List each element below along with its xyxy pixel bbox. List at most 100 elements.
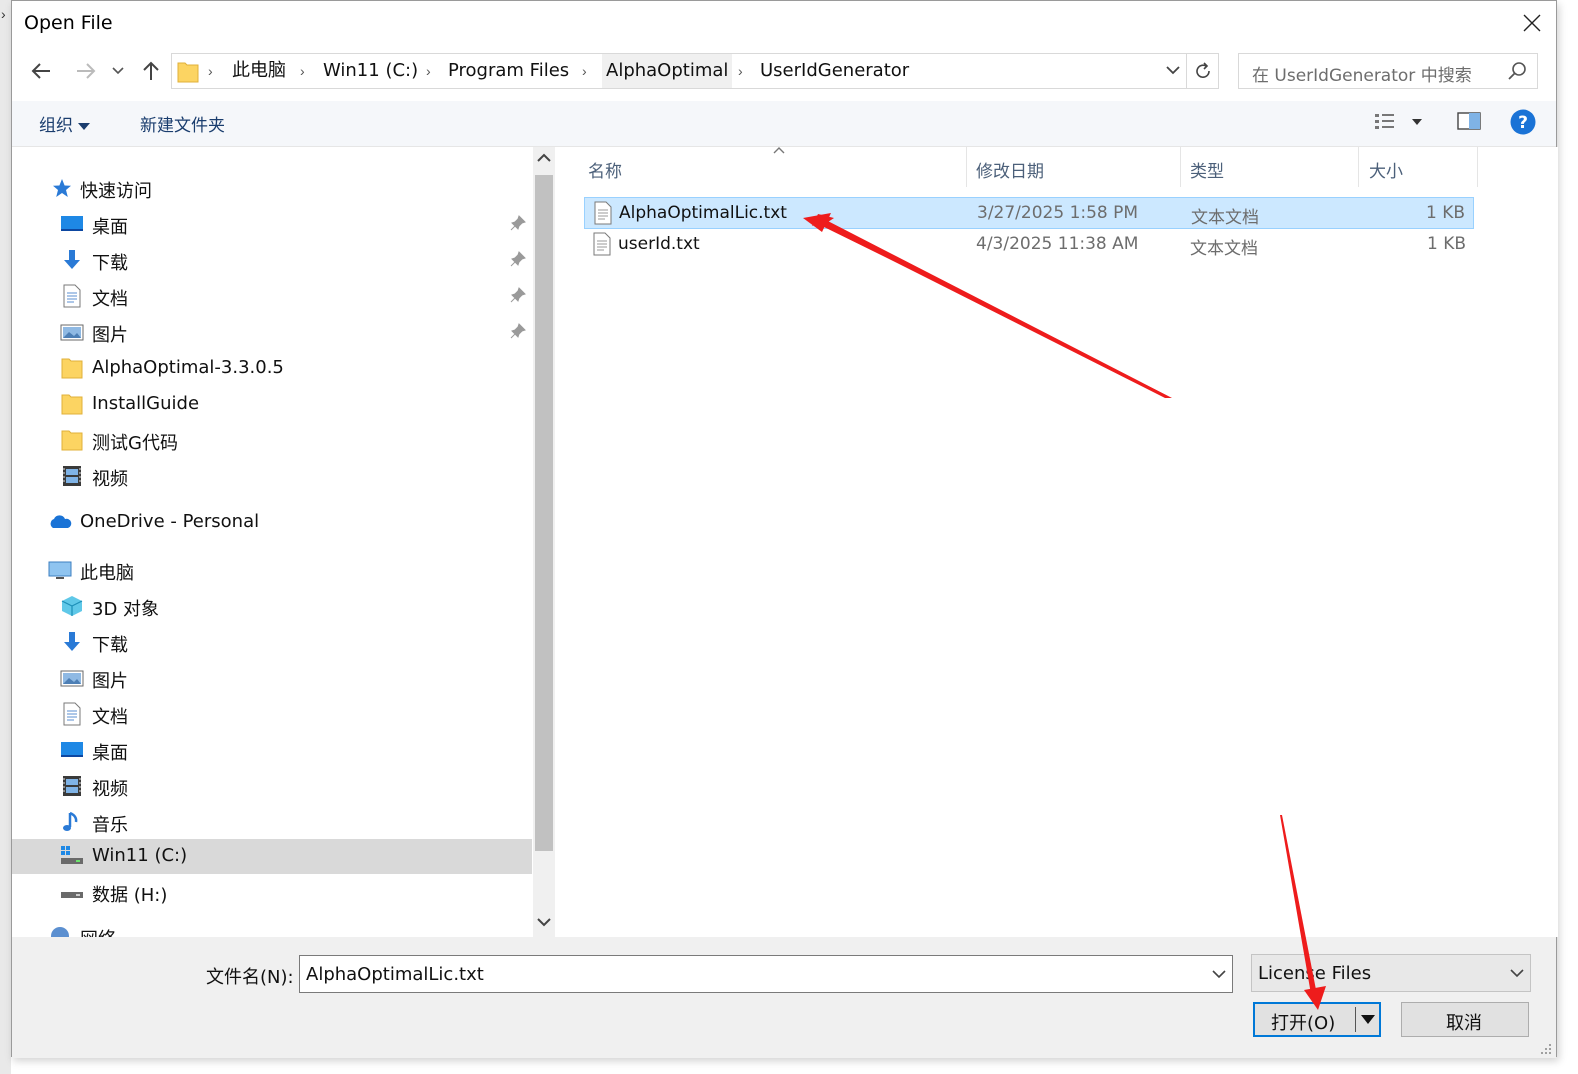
file-date: 4/3/2025 11:38 AM: [976, 234, 1139, 254]
download-icon: [64, 632, 80, 651]
onedrive-cloud-icon: [50, 515, 72, 528]
file-row-userid[interactable]: userId.txt 4/3/2025 11:38 AM 文本文档 1 KB: [584, 229, 1474, 261]
open-options-caret-icon[interactable]: [1361, 1015, 1375, 1025]
column-size-label: 大小: [1369, 162, 1403, 182]
column-date-label: 修改日期: [976, 162, 1044, 182]
nav-pane-scrollbar[interactable]: [533, 147, 555, 937]
scroll-up-icon[interactable]: [537, 153, 551, 163]
nav-test-gcode-folder[interactable]: 测试G代码: [12, 423, 532, 458]
nav-3d-objects[interactable]: 3D 对象: [12, 589, 532, 624]
new-folder-button[interactable]: 新建文件夹: [140, 111, 225, 136]
nav-pc-documents[interactable]: 文档: [12, 697, 532, 732]
computer-icon: [48, 561, 72, 579]
nav-label: 文档: [92, 289, 128, 310]
breadcrumb-drive-c[interactable]: Win11 (C:): [323, 54, 418, 88]
navigation-pane: 快速访问 桌面 下载 文档 图片 AlphaOptimal-3.3.0.5 In…: [12, 147, 532, 937]
scroll-down-icon[interactable]: [537, 917, 551, 927]
file-row-alphaoptimallic[interactable]: AlphaOptimalLic.txt 3/27/2025 1:58 PM 文本…: [584, 197, 1474, 229]
back-button[interactable]: [27, 57, 55, 85]
nav-label: 网络: [80, 925, 116, 937]
star-icon: [53, 179, 71, 197]
nav-label: 3D 对象: [92, 599, 160, 620]
view-options-button[interactable]: [1374, 110, 1430, 139]
breadcrumb-separator-icon: ›: [582, 63, 587, 79]
nav-label: 数据 (H:): [92, 885, 168, 906]
desktop-icon: [61, 216, 83, 231]
column-name-label: 名称: [588, 162, 622, 182]
nav-desktop[interactable]: 桌面: [12, 207, 532, 242]
nav-label: 下载: [92, 635, 128, 656]
nav-pc-videos[interactable]: 视频: [12, 769, 532, 804]
address-dropdown-icon[interactable]: [1166, 60, 1180, 80]
help-icon: ?: [1510, 109, 1536, 135]
nav-drive-c[interactable]: Win11 (C:): [12, 839, 532, 874]
folder-icon: [61, 430, 83, 451]
nav-videos[interactable]: 视频: [12, 459, 532, 494]
nav-drive-h[interactable]: 数据 (H:): [12, 875, 532, 910]
nav-downloads[interactable]: 下载: [12, 243, 532, 278]
column-header-size[interactable]: 大小: [1359, 147, 1477, 187]
nav-this-pc[interactable]: 此电脑: [12, 553, 532, 588]
nav-quick-access[interactable]: 快速访问: [12, 171, 532, 206]
open-button[interactable]: 打开(O): [1253, 1002, 1381, 1037]
search-box[interactable]: 在 UserIdGenerator 中搜索: [1238, 53, 1538, 89]
pin-icon[interactable]: [510, 251, 526, 267]
nav-label: InstallGuide: [92, 393, 200, 414]
background-window-edge: ›: [0, 0, 11, 1074]
nav-pc-pictures[interactable]: 图片: [12, 661, 532, 696]
pin-icon[interactable]: [510, 287, 526, 303]
filename-input[interactable]: AlphaOptimalLic.txt: [299, 955, 1233, 993]
scrollbar-thumb[interactable]: [535, 175, 553, 851]
nav-pc-desktop[interactable]: 桌面: [12, 733, 532, 768]
chevron-down-icon: [112, 67, 124, 75]
column-header-date[interactable]: 修改日期: [967, 147, 1180, 187]
nav-pictures[interactable]: 图片: [12, 315, 532, 350]
details-view-icon: [1375, 114, 1422, 129]
nav-alphaoptimal-folder[interactable]: AlphaOptimal-3.3.0.5: [12, 351, 532, 386]
nav-music[interactable]: 音乐: [12, 805, 532, 840]
preview-pane-button[interactable]: [1457, 110, 1481, 137]
breadcrumb-separator-icon: ›: [300, 63, 305, 79]
help-button[interactable]: ?: [1509, 108, 1537, 141]
nav-installguide-folder[interactable]: InstallGuide: [12, 387, 532, 422]
pin-icon[interactable]: [510, 323, 526, 339]
svg-text:?: ?: [1518, 113, 1528, 133]
chevron-down-icon[interactable]: [1212, 966, 1226, 982]
navigation-row: › 此电脑 › Win11 (C:) › Program Files › Alp…: [12, 53, 1556, 91]
drive-h-icon: [61, 892, 83, 898]
nav-onedrive[interactable]: OneDrive - Personal: [12, 505, 532, 540]
breadcrumb-program-files[interactable]: Program Files: [448, 54, 569, 88]
breadcrumb-useridgenerator[interactable]: UserIdGenerator: [760, 54, 909, 88]
forward-button[interactable]: [72, 57, 100, 85]
column-header-name[interactable]: 名称: [584, 147, 966, 187]
nav-label: 下载: [92, 253, 128, 274]
address-bar[interactable]: › 此电脑 › Win11 (C:) › Program Files › Alp…: [171, 53, 1219, 89]
recent-locations-button[interactable]: [108, 57, 128, 85]
nav-network[interactable]: 网络: [12, 919, 532, 937]
column-divider[interactable]: [1477, 147, 1478, 187]
nav-label: 此电脑: [80, 563, 134, 584]
breadcrumb-separator-icon: ›: [426, 63, 431, 79]
forward-arrow-icon: [77, 63, 96, 79]
breadcrumb-this-pc[interactable]: 此电脑: [232, 54, 286, 88]
resize-grip-icon[interactable]: [1540, 1043, 1552, 1055]
cancel-button[interactable]: 取消: [1401, 1002, 1529, 1037]
nav-pc-downloads[interactable]: 下载: [12, 625, 532, 660]
close-button[interactable]: [1516, 7, 1548, 39]
desktop-icon: [61, 742, 83, 757]
pin-icon[interactable]: [510, 215, 526, 231]
nav-documents[interactable]: 文档: [12, 279, 532, 314]
breadcrumb-alphaoptimal[interactable]: AlphaOptimal: [602, 54, 733, 88]
window-title: Open File: [24, 12, 113, 34]
organize-menu[interactable]: 组织: [39, 111, 91, 136]
up-button[interactable]: [137, 57, 165, 85]
video-icon: [63, 466, 81, 486]
search-icon: [1508, 62, 1526, 80]
nav-label: 视频: [92, 779, 128, 800]
music-icon: [63, 811, 78, 831]
column-header-type[interactable]: 类型: [1181, 147, 1358, 187]
folder-icon: [177, 62, 199, 83]
file-type-filter[interactable]: License Files: [1251, 954, 1531, 992]
nav-label: 文档: [92, 707, 128, 728]
refresh-button[interactable]: [1186, 54, 1218, 88]
